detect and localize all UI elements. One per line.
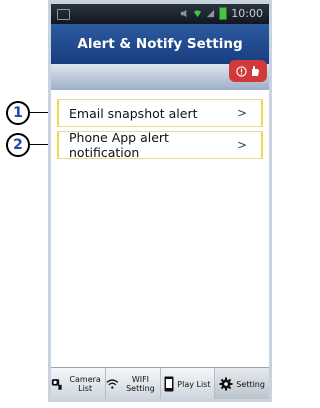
wifi-icon — [106, 379, 118, 389]
battery-icon — [219, 7, 228, 20]
tab-setting-label: Setting — [236, 379, 265, 389]
tab-play-list-label: Play List — [177, 379, 211, 389]
wifi-status-icon — [194, 10, 202, 18]
chevron-right-icon: > — [236, 138, 247, 152]
callout-1: 1 — [6, 101, 30, 125]
playlist-icon — [164, 376, 174, 392]
hand-icon — [251, 66, 259, 76]
phone-app-alert-row[interactable]: Phone App alert notification > — [57, 130, 263, 160]
camera-icon — [51, 379, 62, 390]
status-bar: 10:00 — [51, 4, 269, 24]
info-bar — [51, 60, 269, 90]
mute-icon — [181, 9, 187, 18]
tab-setting[interactable]: Setting — [215, 368, 269, 399]
tab-wifi-setting-label: WIFI Setting — [126, 375, 155, 393]
tab-play-list[interactable]: Play List — [161, 368, 216, 399]
image-notification-icon — [57, 9, 70, 20]
tab-camera-list[interactable]: Camera List — [51, 368, 106, 399]
bottom-tab-bar: Camera List WIFI Setting Play List Setti… — [51, 367, 269, 399]
page-title: Alert & Notify Setting — [51, 24, 269, 64]
tab-wifi-setting[interactable]: WIFI Setting — [106, 368, 161, 399]
gear-icon — [219, 377, 233, 391]
chevron-right-icon: > — [236, 106, 247, 120]
status-time: 10:00 — [231, 7, 263, 20]
phone-app-alert-label: Phone App alert notification — [69, 130, 169, 160]
alert-badge-button[interactable] — [229, 60, 267, 82]
phone-frame: 10:00 Alert & Notify Setting Email snaps… — [48, 0, 272, 402]
email-snapshot-alert-label: Email snapshot alert — [69, 105, 198, 121]
callout-2: 2 — [6, 133, 30, 157]
tab-camera-list-label: Camera List — [69, 375, 101, 393]
signal-icon — [207, 9, 215, 18]
email-snapshot-alert-row[interactable]: Email snapshot alert > — [57, 99, 263, 127]
screen: 10:00 Alert & Notify Setting Email snaps… — [51, 4, 269, 399]
info-icon — [235, 65, 247, 77]
